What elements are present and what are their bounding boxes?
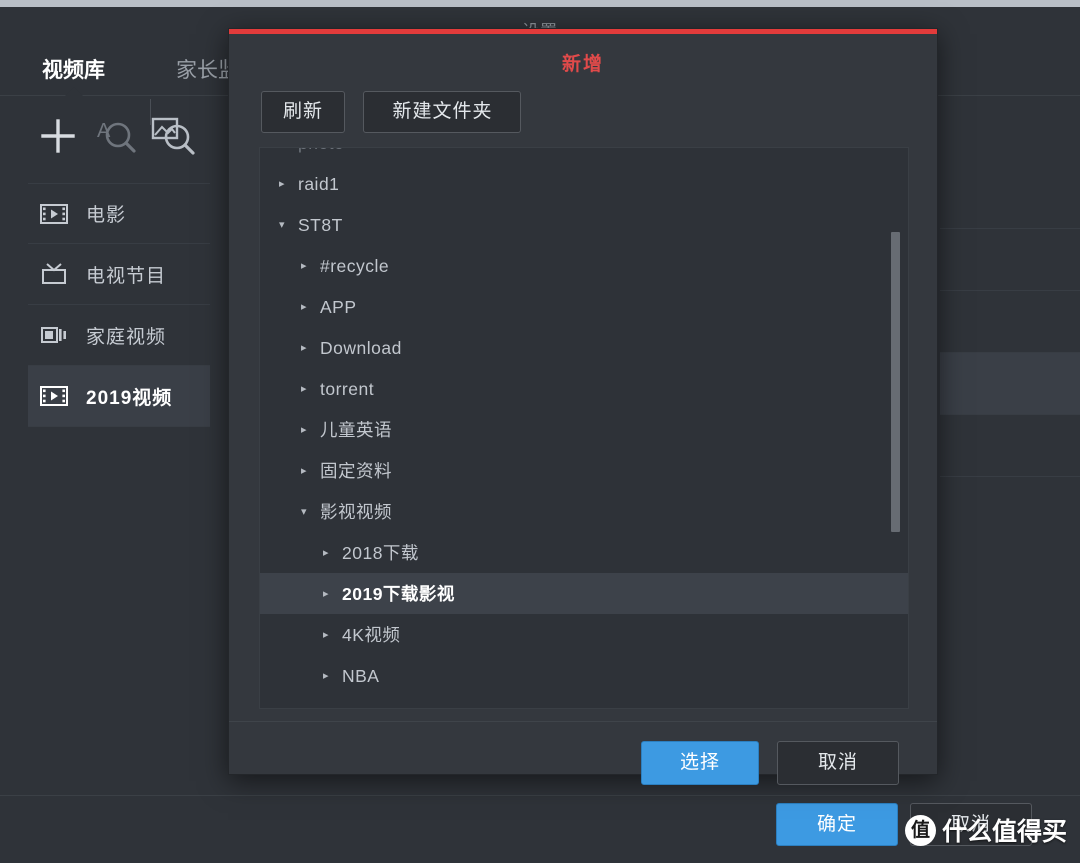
tree-row[interactable]: ▸ 固定资料 (260, 450, 908, 491)
watermark-logo: 值 (905, 814, 936, 846)
sidebar-item-homevideos[interactable]: 家庭视频 (28, 305, 210, 366)
chevron-right-icon[interactable]: ▸ (318, 656, 334, 697)
tree-row-label: 2018下载 (342, 542, 419, 563)
dialog-divider (229, 721, 937, 722)
content-row[interactable] (940, 291, 1080, 353)
content-rows (940, 167, 1080, 477)
image-search-icon[interactable] (146, 107, 202, 165)
tree-row[interactable]: ▸ NBA (260, 655, 908, 696)
tree-scrollbar-thumb[interactable] (891, 232, 900, 532)
watermark: 值 什么值得买 (905, 810, 1067, 850)
sidebar-item-label: 2019视频 (86, 387, 173, 409)
tree-row-label: raid1 (298, 173, 340, 194)
tree-row[interactable]: ▸ 2019下载影视 (260, 573, 908, 614)
tree-row[interactable]: ▸ 2018下载 (260, 532, 908, 573)
tree-row-label: #recycle (320, 255, 390, 276)
chevron-right-icon[interactable]: ▸ (296, 410, 312, 451)
dialog-accent-bar (229, 29, 937, 34)
tree-row[interactable]: ▸ APP (260, 286, 908, 327)
select-button[interactable]: 选择 (641, 741, 759, 785)
tree-row-label: NBA (342, 665, 380, 686)
chevron-down-icon[interactable]: ▾ (274, 205, 290, 246)
camcorder-icon (40, 325, 68, 345)
dialog-toolbar: 刷新 新建文件夹 (261, 91, 535, 133)
tree-row-label: Download (320, 337, 402, 358)
chevron-right-icon[interactable]: ▸ (274, 148, 290, 164)
dialog-cancel-button[interactable]: 取消 (777, 741, 899, 785)
tree-row-label: 固定资料 (320, 460, 392, 481)
add-folder-dialog: 新增 刷新 新建文件夹 ▸ photo ▸ raid1 ▾ ST8T ▸ #recycle ▸ A… (228, 28, 938, 785)
chevron-right-icon[interactable]: ▸ (296, 287, 312, 328)
text-search-icon[interactable]: A (88, 107, 144, 165)
sidebar-item-label: 电视节目 (86, 265, 167, 287)
new-folder-button[interactable]: 新建文件夹 (363, 91, 522, 133)
tree-row[interactable]: ▸ photo (260, 148, 908, 164)
tv-icon (40, 262, 68, 286)
content-row[interactable] (940, 167, 1080, 229)
sidebar-item-2019video[interactable]: 2019视频 (28, 366, 210, 427)
tree-row[interactable]: ▾ ST8T (260, 204, 908, 245)
content-row[interactable] (940, 415, 1080, 477)
ok-button[interactable]: 确定 (776, 803, 898, 846)
chevron-right-icon[interactable]: ▸ (296, 328, 312, 369)
os-titlebar-strip (0, 0, 1080, 7)
tree-row[interactable]: ▸ 儿童英语 (260, 409, 908, 450)
chevron-down-icon[interactable]: ▾ (296, 492, 312, 533)
film-strip-icon (40, 385, 68, 407)
folder-tree: ▸photo▸raid1▾ST8T▸#recycle▸APP▸Download▸… (259, 147, 909, 709)
tree-row[interactable]: ▸ raid1 (260, 163, 908, 204)
tree-scrollbar-track[interactable] (891, 152, 904, 704)
tree-row-label: ST8T (298, 214, 343, 235)
tab-video-library[interactable]: 视频库 (28, 47, 119, 96)
sidebar-item-movies[interactable]: 电影 (28, 183, 210, 244)
tree-row-label: photo (298, 148, 344, 164)
tree-row-label: torrent (320, 378, 375, 399)
content-row[interactable] (940, 229, 1080, 291)
sidebar-item-tvshows[interactable]: 电视节目 (28, 244, 210, 305)
tree-row-label: 影视视频 (320, 501, 392, 522)
sidebar-item-label: 家庭视频 (86, 326, 167, 348)
film-strip-icon (40, 203, 68, 225)
dialog-title: 新增 (561, 54, 604, 75)
tree-row-label: 儿童英语 (320, 419, 392, 440)
chevron-right-icon[interactable]: ▸ (318, 574, 334, 615)
sidebar-item-label: 电影 (86, 205, 127, 226)
tree-row[interactable]: ▸ 4K视频 (260, 614, 908, 655)
tree-row-label: 4K视频 (342, 624, 401, 645)
tree-row[interactable]: ▸ torrent (260, 368, 908, 409)
chevron-right-icon[interactable]: ▸ (296, 246, 312, 287)
content-row[interactable] (940, 353, 1080, 415)
chevron-right-icon[interactable]: ▸ (274, 164, 290, 205)
library-toolbar: A (0, 107, 210, 165)
chevron-right-icon[interactable]: ▸ (296, 451, 312, 492)
tree-row[interactable]: ▾ 影视视频 (260, 491, 908, 532)
library-sidebar: 电影 电视节目 家庭视频 2019视频 (28, 183, 210, 427)
chevron-right-icon[interactable]: ▸ (318, 533, 334, 574)
watermark-text: 什么值得买 (942, 818, 1068, 846)
tree-row-label: APP (320, 296, 357, 317)
tree-row-label: 2019下载影视 (342, 583, 455, 604)
chevron-right-icon[interactable]: ▸ (318, 615, 334, 656)
plus-icon[interactable] (30, 107, 86, 165)
refresh-button[interactable]: 刷新 (261, 91, 345, 133)
tree-row[interactable]: ▸ Download (260, 327, 908, 368)
chevron-right-icon[interactable]: ▸ (296, 369, 312, 410)
tree-row[interactable]: ▸ #recycle (260, 245, 908, 286)
